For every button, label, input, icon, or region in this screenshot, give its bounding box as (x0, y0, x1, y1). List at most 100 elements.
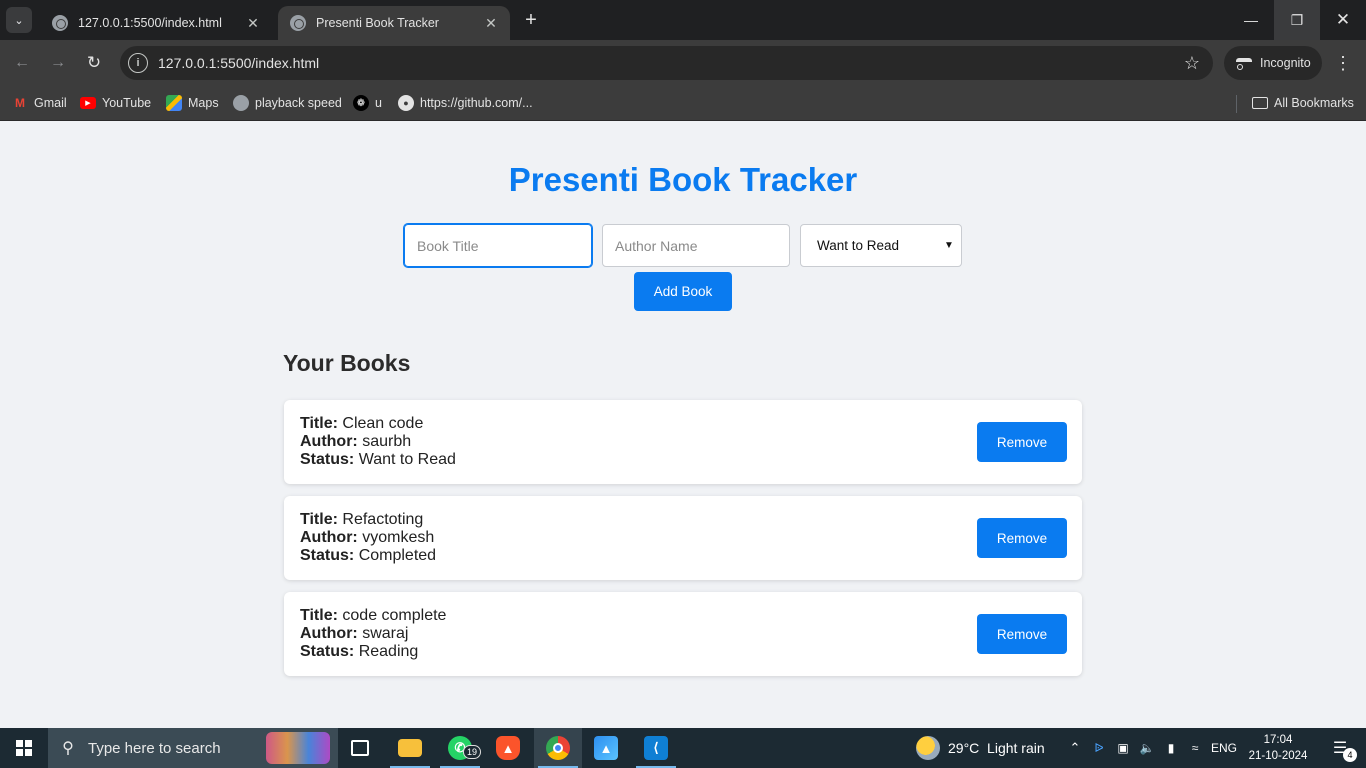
bookmark-star-icon[interactable]: ☆ (1177, 53, 1207, 74)
book-card: Title: code complete Author: swaraj Stat… (284, 592, 1082, 676)
battery-icon[interactable]: ▮ (1160, 728, 1182, 768)
bookmark-playback-speed[interactable]: playback speed (233, 92, 342, 114)
book-title: code complete (342, 607, 447, 624)
back-arrow-icon[interactable]: ← (8, 49, 36, 77)
notification-icon[interactable]: ☰ 4 (1320, 728, 1360, 768)
whatsapp-badge: 19 (463, 745, 481, 759)
globe-icon (52, 15, 68, 31)
notification-count: 4 (1343, 748, 1357, 762)
url-text[interactable]: 127.0.0.1:5500/index.html (158, 55, 1177, 71)
book-status: Reading (358, 643, 419, 660)
weather-icon (916, 736, 940, 760)
status-label: Status: (300, 643, 355, 660)
bookmark-label: YouTube (102, 96, 152, 110)
bookmark-label: u (375, 96, 382, 110)
window-close-icon[interactable]: ✕ (1320, 0, 1366, 40)
status-select[interactable]: Want to Read ▼ (800, 224, 962, 267)
author-label: Author: (300, 433, 358, 450)
taskbar-search-placeholder: Type here to search (88, 739, 221, 757)
book-title: Refactoting (342, 511, 424, 528)
remove-button[interactable]: Remove (977, 614, 1067, 654)
globe-icon (290, 15, 306, 31)
photos-icon[interactable]: ▲ (582, 728, 630, 768)
youtube-icon: ▶ (80, 97, 96, 109)
title-label: Title: (300, 415, 338, 432)
bookmark-label: Maps (188, 96, 219, 110)
title-label: Title: (300, 607, 338, 624)
bookmark-maps[interactable]: Maps (166, 92, 219, 114)
volume-icon[interactable]: 🔈 (1136, 728, 1158, 768)
bookmark-github[interactable]: ● https://github.com/... (398, 92, 533, 114)
wifi-icon[interactable]: ≈ (1184, 728, 1206, 768)
tab-title: Presenti Book Tracker (316, 16, 439, 30)
title-label: Title: (300, 511, 338, 528)
remove-button[interactable]: Remove (977, 422, 1067, 462)
author-label: Author: (300, 625, 358, 642)
bookmarks-bar: M Gmail ▶ YouTube Maps playback speed ❁ … (0, 86, 1366, 121)
forward-arrow-icon[interactable]: → (44, 49, 72, 77)
window-restore-icon[interactable]: ❐ (1274, 0, 1320, 40)
browser-toolbar: ← → ↻ i 127.0.0.1:5500/index.html ☆ Inco… (0, 40, 1366, 86)
whatsapp-icon[interactable]: ✆ 19 (436, 728, 484, 768)
all-bookmarks-label: All Bookmarks (1274, 96, 1354, 110)
chrome-icon[interactable] (534, 728, 582, 768)
address-bar[interactable]: i 127.0.0.1:5500/index.html ☆ (120, 46, 1213, 80)
status-select-value: Want to Read (817, 238, 900, 253)
task-view-icon[interactable] (336, 728, 384, 768)
bookmark-label: Gmail (34, 96, 67, 110)
tab-close-icon[interactable]: ✕ (482, 15, 500, 32)
reload-icon[interactable]: ↻ (80, 49, 108, 77)
book-info: Title: code complete Author: swaraj Stat… (300, 607, 446, 661)
bluetooth-icon[interactable]: ᐉ (1090, 728, 1108, 768)
incognito-icon (1236, 58, 1252, 70)
windows-start-icon[interactable] (0, 728, 48, 768)
tab-book-tracker[interactable]: Presenti Book Tracker ✕ (278, 6, 510, 40)
status-label: Status: (300, 451, 355, 468)
tab-localhost[interactable]: 127.0.0.1:5500/index.html ✕ (40, 6, 272, 40)
book-title-input[interactable] (403, 223, 593, 268)
status-label: Status: (300, 547, 355, 564)
openai-icon: ❁ (353, 95, 369, 111)
bookmark-u[interactable]: ❁ u (353, 92, 382, 114)
author-name-input[interactable] (602, 224, 790, 267)
book-title: Clean code (342, 415, 424, 432)
folder-icon (1252, 97, 1268, 109)
book-card: Title: Clean code Author: saurbh Status:… (284, 400, 1082, 484)
section-title-your-books: Your Books (283, 350, 411, 376)
maps-icon (166, 95, 182, 111)
bookmark-gmail[interactable]: M Gmail (12, 92, 67, 114)
book-author: vyomkesh (362, 529, 435, 546)
language-indicator[interactable]: ENG (1208, 728, 1240, 768)
all-bookmarks[interactable]: All Bookmarks (1252, 92, 1354, 114)
globe-icon (233, 95, 249, 111)
book-info: Title: Refactoting Author: vyomkesh Stat… (300, 511, 436, 565)
bookmark-label: https://github.com/... (420, 96, 533, 110)
book-status: Completed (358, 547, 437, 564)
meet-now-icon[interactable]: ▣ (1112, 728, 1134, 768)
new-tab-plus-icon[interactable]: + (518, 8, 544, 34)
page-title: Presenti Book Tracker (508, 161, 858, 198)
kebab-menu-icon[interactable]: ⋮ (1330, 49, 1356, 77)
weather-widget[interactable]: 29°C Light rain (916, 728, 1045, 768)
tray-chevron-up-icon[interactable]: ⌃ (1064, 728, 1086, 768)
remove-button[interactable]: Remove (977, 518, 1067, 558)
weather-text: 29°C Light rain (948, 740, 1045, 756)
file-explorer-icon[interactable] (386, 728, 434, 768)
incognito-badge[interactable]: Incognito (1224, 46, 1322, 80)
book-status: Want to Read (358, 451, 456, 468)
windows-taskbar: ⚲ Type here to search ✆ 19 ▲ ▲ ⟨ 29°C Li… (0, 728, 1366, 768)
page-content: Presenti Book Tracker Want to Read ▼ Add… (0, 121, 1366, 728)
tab-search-chevron-icon[interactable]: ⌄ (6, 7, 32, 33)
clock[interactable]: 17:04 21-10-2024 (1244, 732, 1312, 764)
search-highlight-icon[interactable] (266, 732, 330, 764)
add-book-button[interactable]: Add Book (634, 272, 732, 311)
window-minimize-icon[interactable]: — (1228, 0, 1274, 40)
brave-icon[interactable]: ▲ (484, 728, 532, 768)
bookmark-youtube[interactable]: ▶ YouTube (80, 92, 151, 114)
bookmark-label: playback speed (255, 96, 342, 110)
vscode-icon[interactable]: ⟨ (632, 728, 680, 768)
browser-tabstrip: ⌄ 127.0.0.1:5500/index.html ✕ Presenti B… (0, 0, 1366, 40)
site-info-icon[interactable]: i (128, 53, 148, 73)
tab-close-icon[interactable]: ✕ (244, 15, 262, 32)
book-author: saurbh (362, 433, 412, 450)
